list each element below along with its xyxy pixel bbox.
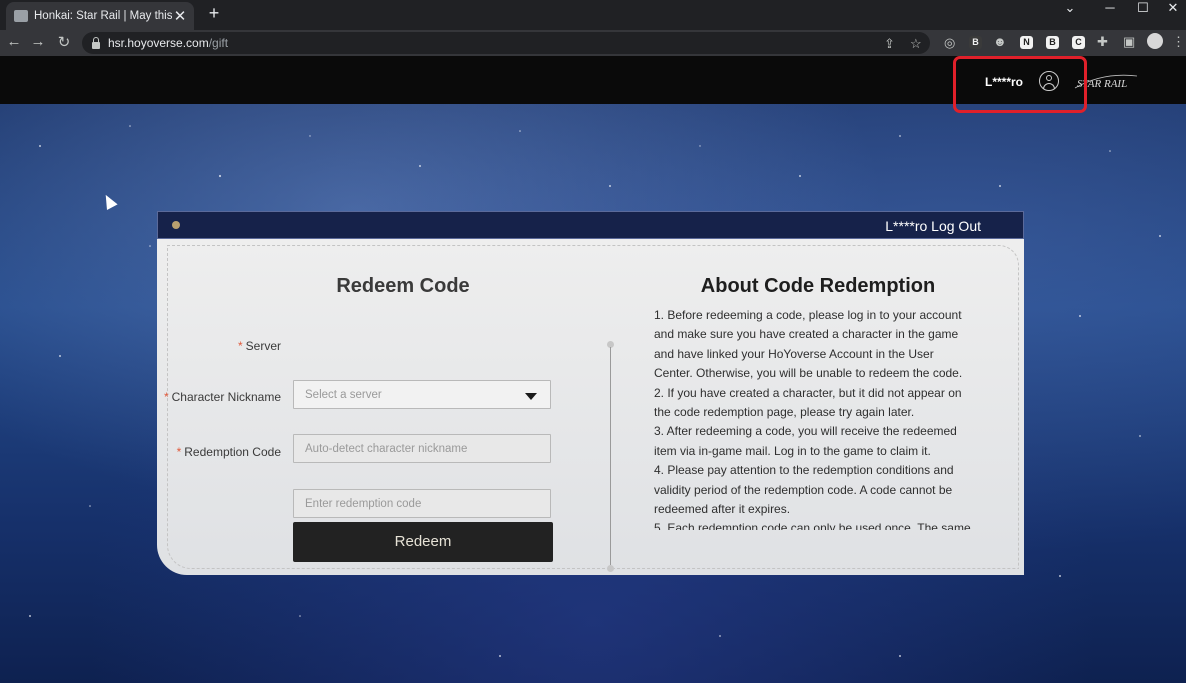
url-path: /gift xyxy=(208,36,229,50)
extensions-puzzle-icon[interactable]: ✚ xyxy=(1097,34,1108,50)
profile-avatar-icon[interactable] xyxy=(1147,33,1163,49)
tab-favicon-icon xyxy=(14,10,28,22)
redeem-panel: L****ro Log Out Redeem Code * Server Sele… xyxy=(157,211,1024,575)
redemption-code-label: * Redemption Code xyxy=(176,445,281,459)
code-placeholder: Enter redemption code xyxy=(305,498,422,510)
panel-title-bar: L****ro Log Out xyxy=(157,211,1024,239)
extension-b-icon[interactable]: B xyxy=(969,36,982,49)
about-title: About Code Redemption xyxy=(700,275,936,297)
side-panel-icon[interactable]: ▣ xyxy=(1123,34,1135,50)
nickname-placeholder: Auto-detect character nickname xyxy=(305,443,468,455)
extension-n-icon[interactable]: N xyxy=(1020,36,1033,49)
new-tab-button[interactable]: + xyxy=(204,3,224,24)
redeem-code-title: Redeem Code xyxy=(336,275,470,297)
server-placeholder: Select a server xyxy=(305,389,382,401)
server-select[interactable]: Select a server xyxy=(293,380,551,409)
bookmark-star-icon[interactable]: ☆ xyxy=(910,36,922,52)
nickname-label: * Character Nickname xyxy=(163,390,281,404)
divider-bottom-dot xyxy=(607,565,614,572)
forward-button[interactable]: → xyxy=(28,33,48,50)
logout-link[interactable]: L****ro Log Out xyxy=(885,218,981,234)
about-paragraph: 4. Please pay attention to the redemptio… xyxy=(654,463,954,517)
about-paragraph: 2. If you have created a character, but … xyxy=(654,385,962,420)
extension-c-icon[interactable]: C xyxy=(1072,36,1085,49)
tab-close-icon[interactable]: ✕ xyxy=(172,7,188,25)
extension-robot-icon[interactable]: ☻ xyxy=(993,34,1007,49)
browser-toolbar: ← → ↻ hsr.hoyoverse.com/gift ⇪ ☆ ◎ B ☻ N… xyxy=(0,30,1186,56)
address-bar[interactable]: hsr.hoyoverse.com/gift ⇪ ☆ xyxy=(82,32,930,54)
about-paragraph: 5. Each redemption code can only be used… xyxy=(654,521,971,530)
about-paragraph: 3. After redeeming a code, you will rece… xyxy=(654,424,957,458)
close-window-button[interactable]: ✕ xyxy=(1158,0,1186,15)
browser-menu-icon[interactable]: ⋮ xyxy=(1172,34,1185,50)
reload-button[interactable]: ↻ xyxy=(54,33,74,51)
page-viewport: L****ro STAR RAIL L****ro Log Out Redeem… xyxy=(0,56,1186,683)
nickname-field[interactable]: Auto-detect character nickname xyxy=(293,434,551,463)
redemption-code-input[interactable]: Enter redemption code xyxy=(293,489,551,518)
column-divider xyxy=(610,347,611,565)
about-paragraph: 1. Before redeeming a code, please log i… xyxy=(654,308,963,381)
browser-tab[interactable]: Honkai: Star Rail | May this journe ✕ xyxy=(6,2,194,30)
server-label: * Server xyxy=(237,339,281,353)
share-icon[interactable]: ⇪ xyxy=(884,36,895,52)
browser-tabstrip: Honkai: Star Rail | May this journe ✕ + … xyxy=(0,0,1186,30)
about-text-scroll[interactable]: 1. Before redeeming a code, please log i… xyxy=(654,306,972,530)
required-mark: * xyxy=(237,339,243,353)
extension-circle-icon[interactable]: ◎ xyxy=(944,35,955,51)
url-host: hsr.hoyoverse.com xyxy=(108,36,209,50)
tab-search-icon[interactable]: ⌄ xyxy=(1055,0,1085,15)
caret-down-icon xyxy=(525,393,537,400)
bar-ornament-icon xyxy=(172,221,180,229)
extension-b2-icon[interactable]: B xyxy=(1046,36,1059,49)
lock-icon xyxy=(92,36,100,49)
annotation-highlight-box xyxy=(953,56,1087,113)
minimize-button[interactable]: ─ xyxy=(1095,0,1125,15)
back-button[interactable]: ← xyxy=(4,33,24,50)
panel-body: Redeem Code * Server Select a server * Cha… xyxy=(157,239,1024,575)
maximize-button[interactable]: ☐ xyxy=(1128,0,1158,15)
redeem-button[interactable]: Redeem xyxy=(293,522,553,562)
tab-title: Honkai: Star Rail | May this journe xyxy=(34,10,172,22)
